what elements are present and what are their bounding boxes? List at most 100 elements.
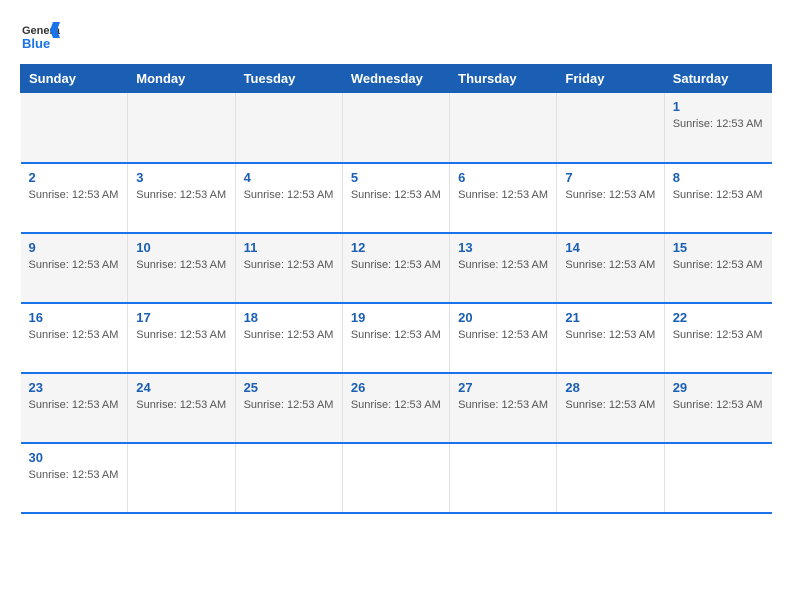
day-number: 5	[351, 170, 441, 185]
calendar-cell: 14 Sunrise: 12:53 AM	[557, 233, 664, 303]
calendar-cell	[128, 93, 235, 163]
calendar-cell	[128, 443, 235, 513]
sunrise-time: Sunrise: 12:53 AM	[458, 329, 548, 341]
calendar-cell: 29 Sunrise: 12:53 AM	[664, 373, 771, 443]
day-number: 25	[244, 380, 334, 395]
calendar-week-row: 1Sunrise: 12:53 AM	[21, 93, 772, 163]
day-number: 11	[244, 240, 334, 255]
calendar-cell: 23 Sunrise: 12:53 AM	[21, 373, 128, 443]
calendar-week-row: 2 Sunrise: 12:53 AM 3 Sunrise: 12:53 AM 4 Sun…	[21, 163, 772, 233]
day-number: 16	[29, 310, 120, 325]
calendar-cell: 2 Sunrise: 12:53 AM	[21, 163, 128, 233]
day-number: 26	[351, 380, 441, 395]
day-header-wednesday: Wednesday	[342, 65, 449, 93]
sunrise-time: Sunrise: 12:53 AM	[29, 259, 119, 271]
sunrise-time: Sunrise: 12:53 AM	[673, 259, 763, 271]
sunrise-time: Sunrise: 12:53 AM	[29, 469, 119, 481]
calendar-cell: 18Sunrise: 12:53 AM	[235, 303, 342, 373]
sunrise-time: Sunrise: 12:53 AM	[458, 399, 548, 411]
sunrise-time: Sunrise: 12:53 AM	[458, 259, 548, 271]
calendar-week-row: 16Sunrise: 12:53 AM17Sunrise: 12:53 AM18…	[21, 303, 772, 373]
calendar-cell: 11 Sunrise: 12:53 AM	[235, 233, 342, 303]
sunrise-time: Sunrise: 12:53 AM	[244, 329, 334, 341]
day-number: 19	[351, 310, 441, 325]
sunrise-time: Sunrise: 12:53 AM	[136, 329, 226, 341]
day-number: 23	[29, 380, 120, 395]
sunrise-time: Sunrise: 12:53 AM	[351, 329, 441, 341]
calendar-cell: 25 Sunrise: 12:53 AM	[235, 373, 342, 443]
sunrise-time: Sunrise: 12:53 AM	[244, 189, 334, 201]
day-number: 24	[136, 380, 226, 395]
day-number: 15	[673, 240, 764, 255]
sunrise-time: Sunrise: 12:53 AM	[244, 399, 334, 411]
calendar-cell: 1Sunrise: 12:53 AM	[664, 93, 771, 163]
calendar-cell	[342, 93, 449, 163]
sunrise-time: Sunrise: 12:53 AM	[136, 189, 226, 201]
day-number: 1	[673, 99, 764, 114]
calendar-week-row: 23Sunrise: 12:53 AM24Sunrise: 12:53 AM25…	[21, 373, 772, 443]
day-number: 21	[565, 310, 655, 325]
day-number: 30	[29, 450, 120, 465]
sunrise-time: Sunrise: 12:53 AM	[136, 399, 226, 411]
calendar-cell: 6Sunrise: 12:53 AM	[450, 163, 557, 233]
day-number: 9	[29, 240, 120, 255]
calendar-week-row: 30 Sunrise: 12:53 AM	[21, 443, 772, 513]
sunrise-time: Sunrise: 12:53 AM	[565, 259, 655, 271]
calendar-cell: 16 Sunrise: 12:53 AM	[21, 303, 128, 373]
sunrise-time: Sunrise: 12:53 AM	[136, 259, 226, 271]
day-number: 29	[673, 380, 764, 395]
calendar-cell: 3 Sunrise: 12:53 AM	[128, 163, 235, 233]
sunrise-time: Sunrise: 12:53 AM	[351, 399, 441, 411]
day-number: 12	[351, 240, 441, 255]
sunrise-time: Sunrise: 12:53 AM	[29, 399, 119, 411]
day-number: 7	[565, 170, 655, 185]
day-number: 13	[458, 240, 548, 255]
sunrise-time: Sunrise: 12:53 AM	[565, 189, 655, 201]
day-number: 4	[244, 170, 334, 185]
sunrise-time: Sunrise: 12:53 AM	[673, 399, 763, 411]
day-number: 3	[136, 170, 226, 185]
calendar-cell: 10 Sunrise: 12:53 AM	[128, 233, 235, 303]
sunrise-time: Sunrise: 12:53 AM	[29, 189, 119, 201]
day-number: 28	[565, 380, 655, 395]
calendar-cell	[557, 93, 664, 163]
day-number: 10	[136, 240, 226, 255]
svg-text:Blue: Blue	[22, 36, 50, 51]
calendar-cell: 5 Sunrise: 12:53 AM	[342, 163, 449, 233]
page-header: General Blue	[20, 20, 772, 56]
sunrise-time: Sunrise: 12:53 AM	[565, 399, 655, 411]
day-number: 2	[29, 170, 120, 185]
calendar-cell	[664, 443, 771, 513]
day-header-friday: Friday	[557, 65, 664, 93]
calendar-cell	[21, 93, 128, 163]
calendar-cell: 19 Sunrise: 12:53 AM	[342, 303, 449, 373]
calendar-week-row: 9 Sunrise: 12:53 AM 10 Sunrise: 12:53 AM 11 S…	[21, 233, 772, 303]
calendar-cell	[235, 443, 342, 513]
day-number: 27	[458, 380, 548, 395]
day-number: 20	[458, 310, 548, 325]
day-header-thursday: Thursday	[450, 65, 557, 93]
calendar-cell: 27 Sunrise: 12:53 AM	[450, 373, 557, 443]
sunrise-time: Sunrise: 12:53 AM	[351, 259, 441, 271]
sunrise-time: Sunrise: 12:53 AM	[351, 189, 441, 201]
day-number: 14	[565, 240, 655, 255]
calendar-cell: 28 Sunrise: 12:53 AM	[557, 373, 664, 443]
calendar-cell: 20 Sunrise: 12:53 AM	[450, 303, 557, 373]
sunrise-time: Sunrise: 12:53 AM	[458, 189, 548, 201]
calendar-cell: 4 Sunrise: 12:53 AM	[235, 163, 342, 233]
sunrise-time: Sunrise: 12:53 AM	[565, 329, 655, 341]
calendar-cell	[235, 93, 342, 163]
logo-svg: General Blue	[20, 20, 60, 56]
calendar-cell: 9 Sunrise: 12:53 AM	[21, 233, 128, 303]
day-header-sunday: Sunday	[21, 65, 128, 93]
day-number: 22	[673, 310, 764, 325]
calendar-cell: 7 Sunrise: 12:53 AM	[557, 163, 664, 233]
sunrise-time: Sunrise: 12:53 AM	[29, 329, 119, 341]
calendar-cell: 30 Sunrise: 12:53 AM	[21, 443, 128, 513]
calendar-cell: 17Sunrise: 12:53 AM	[128, 303, 235, 373]
calendar-cell	[557, 443, 664, 513]
sunrise-time: Sunrise: 12:53 AM	[244, 259, 334, 271]
calendar-table: SundayMondayTuesdayWednesdayThursdayFrid…	[20, 64, 772, 514]
calendar-cell: 26 Sunrise: 12:53 AM	[342, 373, 449, 443]
sunrise-time: Sunrise: 12:53 AM	[673, 329, 763, 341]
